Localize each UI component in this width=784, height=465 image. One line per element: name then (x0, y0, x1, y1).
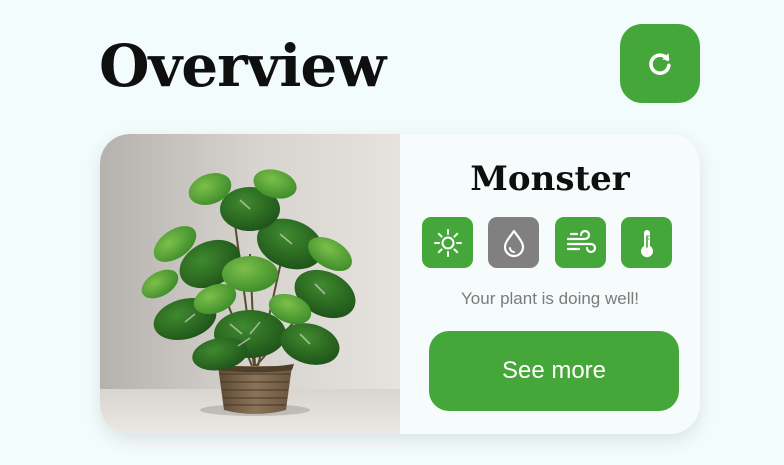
plant-photo (100, 134, 400, 434)
see-more-button[interactable]: See more (429, 331, 679, 411)
plant-card: Monster Your plant is doing well! See mo… (100, 134, 700, 434)
water-drop-icon (498, 227, 530, 259)
refresh-icon (645, 49, 675, 79)
plant-name: Monster (470, 159, 630, 199)
sun-icon (432, 227, 464, 259)
thermometer-icon (631, 227, 663, 259)
wind-icon (565, 227, 597, 259)
water-indicator[interactable] (488, 217, 539, 268)
care-indicators (422, 217, 672, 268)
page-title: Overview (99, 32, 386, 100)
wind-indicator[interactable] (555, 217, 606, 268)
plant-status-text: Your plant is doing well! (461, 289, 639, 308)
temperature-indicator[interactable] (621, 217, 672, 268)
plant-info-panel: Monster Your plant is doing well! See mo… (400, 134, 700, 434)
sunlight-indicator[interactable] (422, 217, 473, 268)
refresh-button[interactable] (620, 24, 700, 103)
